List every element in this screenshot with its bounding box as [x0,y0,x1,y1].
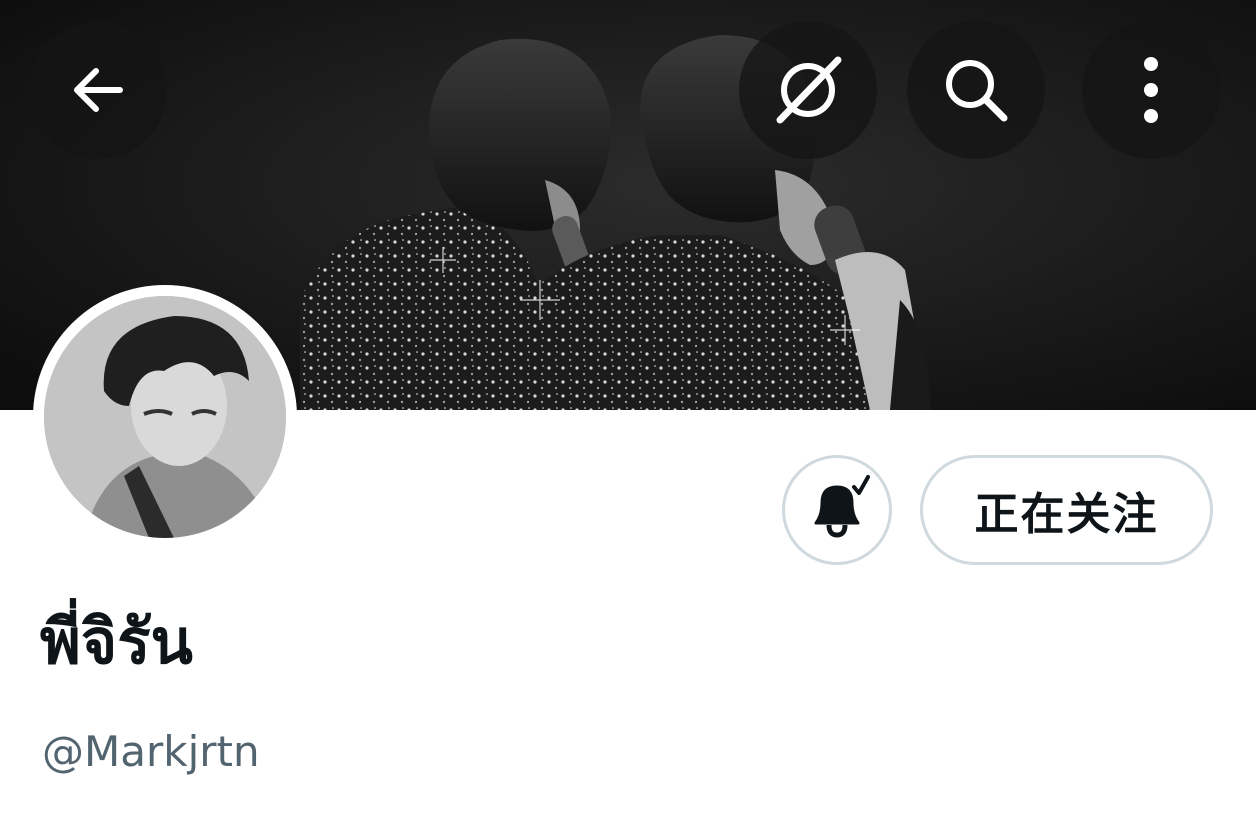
avatar-photo [44,296,286,538]
search-icon [938,52,1014,128]
search-button[interactable] [907,21,1045,159]
user-handle: @Markjrtn [42,727,260,776]
profile-page: 正在关注 พี่จิรัน @Markjrtn [0,0,1256,824]
arrow-left-icon [66,58,130,122]
display-name: พี่จิรัน [40,605,193,678]
more-options-button[interactable] [1082,21,1220,159]
back-button[interactable] [29,21,167,159]
bell-check-icon [802,473,872,547]
avatar[interactable] [33,285,297,549]
following-button[interactable]: 正在关注 [920,455,1213,565]
grok-button[interactable] [739,21,877,159]
notifications-button[interactable] [782,455,892,565]
grok-icon [766,48,850,132]
more-vertical-icon [1131,52,1171,128]
